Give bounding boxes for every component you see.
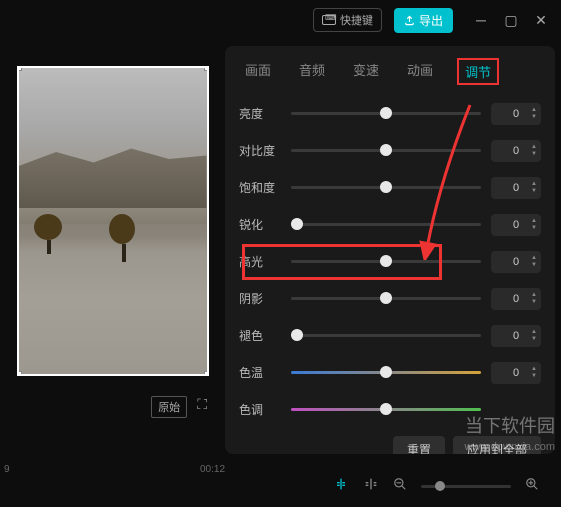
slider-label: 色调 [239, 401, 281, 418]
maximize-button[interactable]: ▢ [503, 12, 519, 29]
keyboard-icon [322, 15, 336, 25]
slider-value[interactable]: 0▲▼ [491, 103, 541, 125]
tab-speed[interactable]: 变速 [349, 58, 383, 85]
step-down-icon[interactable]: ▼ [531, 151, 537, 158]
slider-thumb[interactable] [380, 292, 392, 304]
minimize-button[interactable]: ─ [473, 12, 489, 29]
zoom-in-icon[interactable] [525, 477, 539, 496]
slider-track[interactable] [291, 260, 481, 263]
preview-pane: 原始 ⛶ [0, 40, 225, 460]
slider-thumb[interactable] [380, 255, 392, 267]
step-down-icon[interactable]: ▼ [531, 373, 537, 380]
reset-button[interactable]: 重置 [393, 436, 445, 454]
fullscreen-icon[interactable]: ⛶ [197, 396, 207, 418]
close-button[interactable]: ✕ [533, 12, 549, 29]
slider-thumb[interactable] [380, 144, 392, 156]
export-label: 导出 [419, 12, 443, 29]
slider-track[interactable] [291, 297, 481, 300]
adjust-panel: 画面 音频 变速 动画 调节 亮度 0▲▼ 对比度 0▲▼ 饱和度 0▲▼ 锐化 0▲▼ 高光 0… [225, 46, 555, 454]
slider-thumb[interactable] [380, 181, 392, 193]
slider-label: 高光 [239, 253, 281, 270]
step-down-icon[interactable]: ▼ [531, 299, 537, 306]
slider-value[interactable]: 0▲▼ [491, 362, 541, 384]
slider-track[interactable] [291, 186, 481, 189]
slider-thumb[interactable] [380, 107, 392, 119]
snap-icon[interactable] [333, 476, 349, 497]
shortcut-label: 快捷键 [340, 12, 373, 28]
step-up-icon[interactable]: ▲ [531, 181, 537, 188]
slider-track[interactable] [291, 223, 481, 226]
slider-thumb[interactable] [291, 329, 303, 341]
step-up-icon[interactable]: ▲ [531, 107, 537, 114]
step-up-icon[interactable]: ▲ [531, 366, 537, 373]
resize-handle-tl[interactable] [17, 66, 22, 71]
slider-thumb[interactable] [380, 366, 392, 378]
tab-animation[interactable]: 动画 [403, 58, 437, 85]
slider-label: 锐化 [239, 216, 281, 233]
resize-handle-bl[interactable] [17, 371, 22, 376]
shortcut-button[interactable]: 快捷键 [313, 8, 382, 32]
zoom-out-icon[interactable] [393, 477, 407, 496]
resize-handle-tr[interactable] [204, 66, 209, 71]
slider-track[interactable] [291, 149, 481, 152]
step-down-icon[interactable]: ▼ [531, 336, 537, 343]
slider-label: 阴影 [239, 290, 281, 307]
slider-thumb[interactable] [380, 403, 392, 415]
slider-label: 色温 [239, 364, 281, 381]
slider-row: 锐化 0▲▼ [239, 206, 541, 243]
step-down-icon[interactable]: ▼ [531, 225, 537, 232]
step-up-icon[interactable]: ▲ [531, 329, 537, 336]
apply-all-button[interactable]: 应用到全部 [453, 436, 541, 454]
tabs: 画面 音频 变速 动画 调节 [225, 46, 555, 95]
preview-frame[interactable] [17, 66, 209, 376]
slider-row: 饱和度 0▲▼ [239, 169, 541, 206]
slider-track[interactable] [291, 371, 481, 374]
resize-handle-br[interactable] [204, 371, 209, 376]
slider-value[interactable]: 0▲▼ [491, 288, 541, 310]
slider-label: 褪色 [239, 327, 281, 344]
slider-row: 对比度 0▲▼ [239, 132, 541, 169]
slider-value[interactable]: 0▲▼ [491, 325, 541, 347]
step-up-icon[interactable]: ▲ [531, 255, 537, 262]
slider-label: 亮度 [239, 105, 281, 122]
tab-adjust[interactable]: 调节 [457, 58, 499, 85]
sliders-list: 亮度 0▲▼ 对比度 0▲▼ 饱和度 0▲▼ 锐化 0▲▼ 高光 0▲▼ 阴影 0▲▼ 褪色 0▲▼ 色温 0… [225, 95, 555, 428]
step-up-icon[interactable]: ▲ [531, 292, 537, 299]
slider-row: 色调 [239, 391, 541, 428]
zoom-slider[interactable] [421, 485, 511, 488]
step-down-icon[interactable]: ▼ [531, 114, 537, 121]
step-down-icon[interactable]: ▼ [531, 188, 537, 195]
original-button[interactable]: 原始 [151, 396, 187, 418]
slider-value[interactable]: 0▲▼ [491, 214, 541, 236]
time-tick: 9 [4, 464, 10, 475]
time-tick: 00:12 [200, 464, 225, 475]
slider-row: 高光 0▲▼ [239, 243, 541, 280]
export-icon [404, 15, 415, 26]
step-up-icon[interactable]: ▲ [531, 144, 537, 151]
slider-track[interactable] [291, 334, 481, 337]
slider-label: 饱和度 [239, 179, 281, 196]
slider-row: 褪色 0▲▼ [239, 317, 541, 354]
slider-value[interactable]: 0▲▼ [491, 251, 541, 273]
window-controls: ─ ▢ ✕ [473, 12, 549, 29]
tab-picture[interactable]: 画面 [241, 58, 275, 85]
tab-audio[interactable]: 音频 [295, 58, 329, 85]
slider-track[interactable] [291, 408, 481, 411]
slider-value[interactable]: 0▲▼ [491, 140, 541, 162]
timeline: 9 00:12 [0, 460, 561, 507]
slider-label: 对比度 [239, 142, 281, 159]
step-up-icon[interactable]: ▲ [531, 218, 537, 225]
slider-row: 色温 0▲▼ [239, 354, 541, 391]
slider-value[interactable]: 0▲▼ [491, 177, 541, 199]
slider-track[interactable] [291, 112, 481, 115]
slider-row: 阴影 0▲▼ [239, 280, 541, 317]
slider-row: 亮度 0▲▼ [239, 95, 541, 132]
link-icon[interactable] [363, 476, 379, 497]
step-down-icon[interactable]: ▼ [531, 262, 537, 269]
export-button[interactable]: 导出 [394, 8, 453, 33]
title-bar: 快捷键 导出 ─ ▢ ✕ [0, 0, 561, 40]
slider-thumb[interactable] [291, 218, 303, 230]
